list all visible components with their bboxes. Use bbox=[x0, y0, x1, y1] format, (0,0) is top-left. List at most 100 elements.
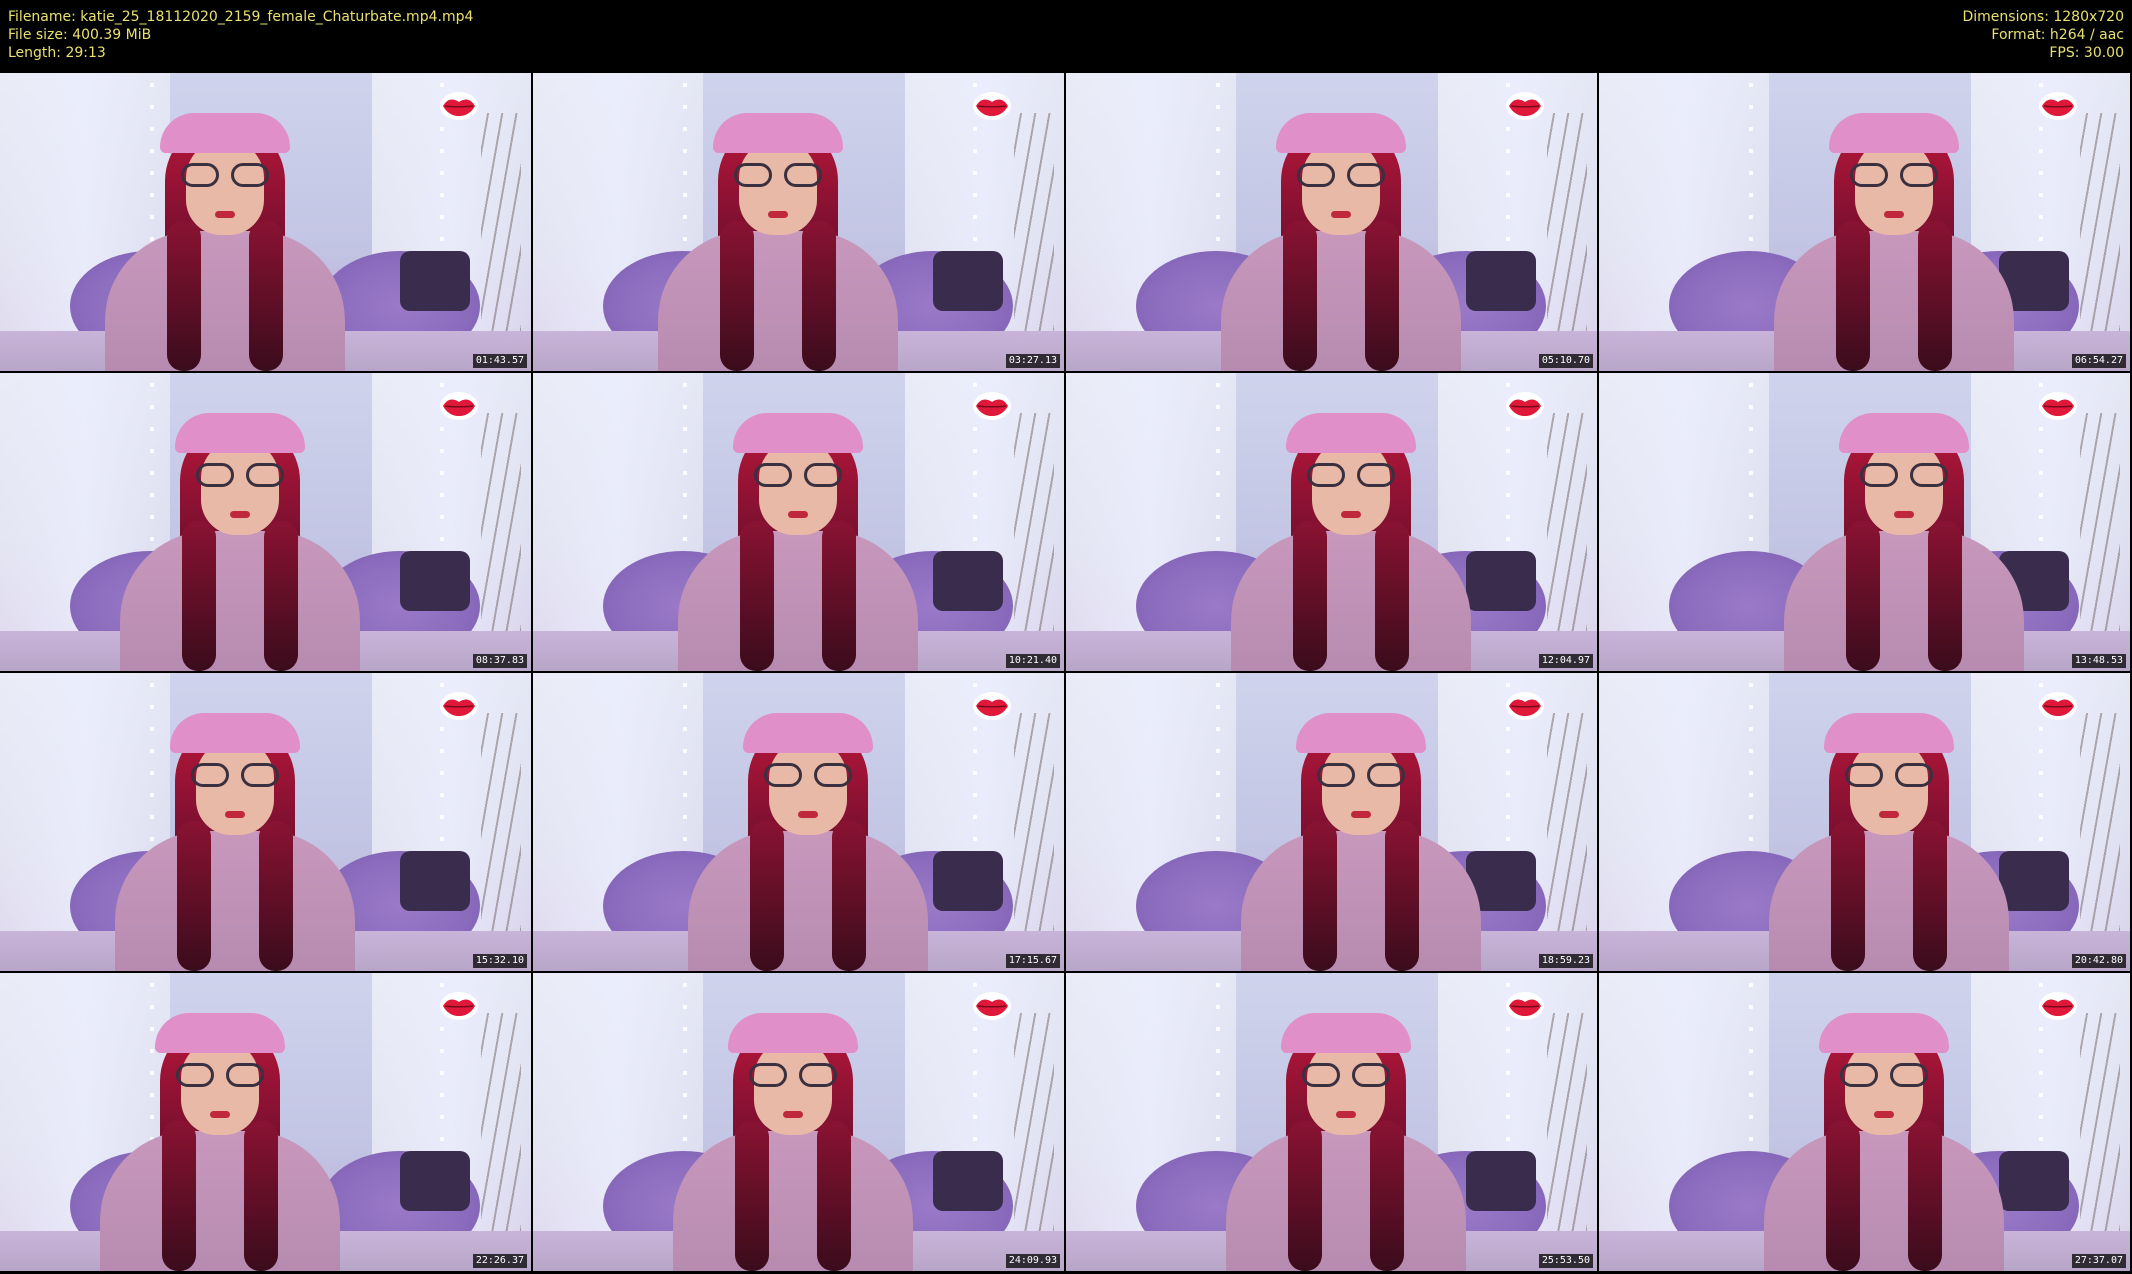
filesize-text: File size: 400.39 MiB bbox=[8, 27, 152, 43]
video-thumbnail: 25:53.50 bbox=[1066, 973, 1597, 1271]
thumbnail-timestamp: 25:53.50 bbox=[1538, 1254, 1593, 1268]
person bbox=[678, 401, 918, 671]
bandana bbox=[1276, 113, 1406, 153]
mouth bbox=[230, 511, 250, 518]
thumbnail-timestamp: 18:59.23 bbox=[1538, 954, 1593, 968]
hair bbox=[1836, 221, 1870, 371]
thumbnail-timestamp: 06:54.27 bbox=[2071, 354, 2126, 368]
decor-branches bbox=[2080, 413, 2120, 651]
person bbox=[100, 1001, 340, 1271]
person bbox=[658, 101, 898, 371]
shirt bbox=[1784, 531, 2024, 671]
lips-icon bbox=[2038, 691, 2078, 721]
person bbox=[1231, 401, 1471, 671]
decor-branches bbox=[481, 413, 521, 651]
decor-branches bbox=[2080, 1013, 2120, 1251]
video-thumbnail: 01:43.57 bbox=[0, 73, 531, 371]
hair bbox=[162, 1121, 196, 1271]
thumbnail-timestamp: 17:15.67 bbox=[1005, 954, 1060, 968]
hair bbox=[264, 521, 298, 671]
glasses bbox=[1843, 763, 1935, 789]
shirt bbox=[688, 831, 928, 971]
pillow bbox=[1466, 551, 1536, 611]
decor-branches bbox=[2080, 113, 2120, 351]
decor-branches bbox=[2080, 713, 2120, 951]
glasses bbox=[194, 463, 286, 489]
hair bbox=[1283, 221, 1317, 371]
glasses bbox=[1838, 1063, 1930, 1089]
shirt bbox=[105, 231, 345, 371]
mouth bbox=[225, 811, 245, 818]
lips-icon bbox=[2038, 391, 2078, 421]
bandana bbox=[160, 113, 290, 153]
person bbox=[1784, 401, 2024, 671]
video-thumbnail: 17:15.67 bbox=[533, 673, 1064, 971]
person bbox=[673, 1001, 913, 1271]
mouth bbox=[1884, 211, 1904, 218]
pillow bbox=[933, 551, 1003, 611]
bandana bbox=[1824, 713, 1954, 753]
metadata-header: Filename: katie_25_18112020_2159_female_… bbox=[0, 0, 2132, 72]
shirt bbox=[115, 831, 355, 971]
person bbox=[1769, 701, 2009, 971]
hair bbox=[720, 221, 754, 371]
thumbnail-timestamp: 22:26.37 bbox=[472, 1254, 527, 1268]
thumbnail-timestamp: 24:09.93 bbox=[1005, 1254, 1060, 1268]
format-text: Format: h264 / aac bbox=[1991, 27, 2124, 43]
lips-icon bbox=[972, 391, 1012, 421]
hair bbox=[1370, 1121, 1404, 1271]
glasses bbox=[1848, 163, 1940, 189]
lips-icon bbox=[972, 691, 1012, 721]
lips-icon bbox=[1505, 91, 1545, 121]
lips-icon bbox=[972, 991, 1012, 1021]
glasses bbox=[747, 1063, 839, 1089]
lips-icon bbox=[2038, 991, 2078, 1021]
mouth bbox=[788, 511, 808, 518]
video-thumbnail: 13:48.53 bbox=[1599, 373, 2130, 671]
hair bbox=[740, 521, 774, 671]
thumbnail-timestamp: 27:37.07 bbox=[2071, 1254, 2126, 1268]
hair bbox=[1385, 821, 1419, 971]
shirt bbox=[673, 1131, 913, 1271]
glasses bbox=[732, 163, 824, 189]
mouth bbox=[798, 811, 818, 818]
thumbnail-timestamp: 12:04.97 bbox=[1538, 654, 1593, 668]
hair bbox=[1288, 1121, 1322, 1271]
lips-icon bbox=[1505, 391, 1545, 421]
hair bbox=[1303, 821, 1337, 971]
hair bbox=[1928, 521, 1962, 671]
thumbnail-timestamp: 01:43.57 bbox=[472, 354, 527, 368]
bandana bbox=[743, 713, 873, 753]
video-thumbnail: 27:37.07 bbox=[1599, 973, 2130, 1271]
bandana bbox=[175, 413, 305, 453]
bandana bbox=[155, 1013, 285, 1053]
filename-text: Filename: katie_25_18112020_2159_female_… bbox=[8, 9, 474, 25]
hair bbox=[1365, 221, 1399, 371]
hair bbox=[822, 521, 856, 671]
mouth bbox=[210, 1111, 230, 1118]
shirt bbox=[1226, 1131, 1466, 1271]
glasses bbox=[1300, 1063, 1392, 1089]
shirt bbox=[120, 531, 360, 671]
decor-branches bbox=[1014, 1013, 1054, 1251]
video-thumbnail: 05:10.70 bbox=[1066, 73, 1597, 371]
glasses bbox=[174, 1063, 266, 1089]
glasses bbox=[189, 763, 281, 789]
bandana bbox=[713, 113, 843, 153]
glasses bbox=[1295, 163, 1387, 189]
bandana bbox=[1829, 113, 1959, 153]
pillow bbox=[1466, 1151, 1536, 1211]
mouth bbox=[1879, 811, 1899, 818]
hair bbox=[750, 821, 784, 971]
person bbox=[688, 701, 928, 971]
bandana bbox=[1281, 1013, 1411, 1053]
video-thumbnail: 15:32.10 bbox=[0, 673, 531, 971]
hair bbox=[249, 221, 283, 371]
pillow bbox=[1999, 851, 2069, 911]
hair bbox=[802, 221, 836, 371]
mouth bbox=[768, 211, 788, 218]
decor-branches bbox=[481, 713, 521, 951]
bandana bbox=[1286, 413, 1416, 453]
hair bbox=[182, 521, 216, 671]
glasses bbox=[179, 163, 271, 189]
